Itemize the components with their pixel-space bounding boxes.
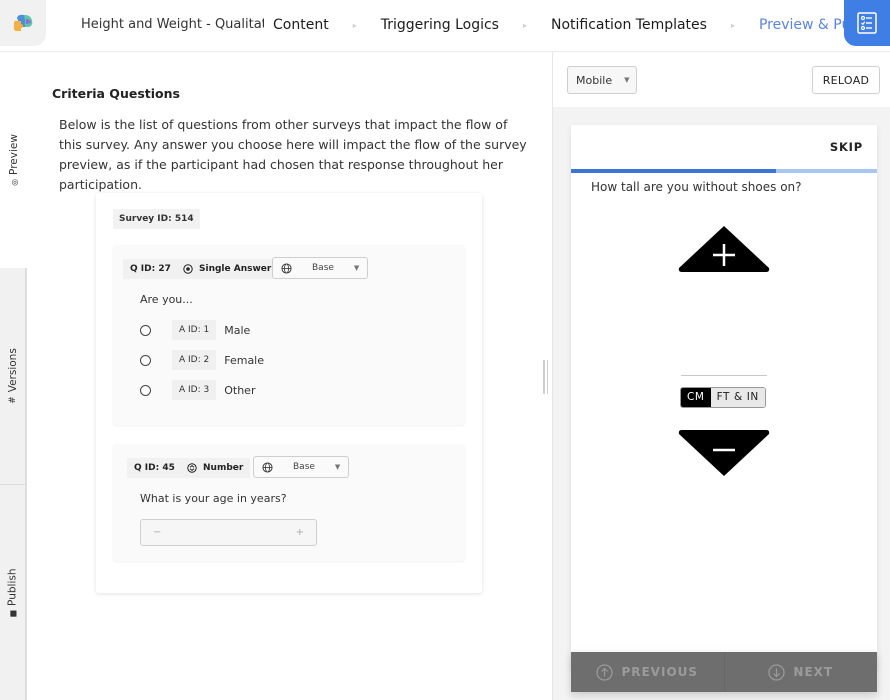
qid-label: Q ID: 45: [134, 463, 175, 473]
reload-button[interactable]: RELOAD: [812, 66, 880, 94]
preview-panel: Mobile ▼ RELOAD SKIP How tall are you wi…: [552, 52, 890, 700]
aid-badge: A ID: 3: [172, 380, 217, 400]
criteria-title: Criteria Questions: [52, 86, 180, 101]
qid-badge: Q ID: 45: [127, 458, 182, 478]
brain-puzzle-icon: [13, 14, 33, 31]
caret-down-icon: ▼: [624, 76, 630, 84]
hash-icon: #: [7, 396, 18, 404]
step-nav: Content ▸ Triggering Logics ▸ Notificati…: [264, 0, 884, 50]
radio-button[interactable]: [140, 384, 151, 396]
minus-icon[interactable]: −: [153, 527, 161, 538]
caret-down-icon: ▼: [353, 264, 360, 272]
question-text: What is your age in years?: [140, 492, 287, 505]
number-stepper-icon: [187, 463, 197, 473]
language-select[interactable]: Base ▼: [272, 257, 369, 279]
unit-cm[interactable]: CM: [681, 388, 711, 407]
question-type-badge: Single Answer: [176, 259, 279, 279]
eye-icon: ◎: [9, 178, 19, 186]
globe-icon: [262, 461, 273, 473]
panel-resize-handle[interactable]: [543, 360, 548, 394]
side-tab-preview[interactable]: ◎ Preview: [0, 52, 27, 268]
question-type-badge: Number: [180, 458, 251, 478]
device-value: Mobile: [576, 73, 613, 87]
side-tab-label: Versions: [6, 348, 19, 393]
caret-down-icon: ▼: [334, 463, 341, 471]
previous-button[interactable]: PREVIOUS: [571, 652, 725, 692]
question-type-label: Single Answer: [199, 264, 272, 274]
radio-target-icon: [183, 264, 193, 274]
aid-badge: A ID: 2: [172, 350, 217, 370]
step-triggering-logics[interactable]: Triggering Logics: [381, 17, 499, 33]
qid-badge: Q ID: 27: [123, 259, 178, 279]
progress-fill: [571, 169, 777, 173]
step-content[interactable]: Content: [273, 17, 329, 33]
question-type-label: Number: [203, 463, 244, 473]
language-value: Base: [312, 263, 334, 273]
question-text: Are you...: [140, 293, 193, 306]
arrow-down-circle-icon: [768, 663, 786, 681]
qid-label: Q ID: 27: [130, 264, 171, 274]
answer-option[interactable]: A ID: 1 Male: [140, 320, 250, 340]
preview-toolbar: Mobile ▼ RELOAD: [553, 52, 890, 107]
skip-button[interactable]: SKIP: [830, 140, 863, 154]
previous-label: PREVIOUS: [621, 665, 699, 679]
criteria-panel: Criteria Questions Below is the list of …: [27, 52, 552, 700]
radio-button[interactable]: [140, 354, 151, 366]
step-notification-templates[interactable]: Notification Templates: [551, 17, 707, 33]
side-tab-versions[interactable]: # Versions: [0, 268, 27, 485]
unit-toggle: CM FT & IN: [680, 387, 766, 408]
answer-option[interactable]: A ID: 3 Other: [140, 380, 255, 400]
next-button[interactable]: NEXT: [725, 652, 878, 692]
chevron-right-icon: ▸: [522, 20, 527, 30]
plus-icon[interactable]: +: [296, 527, 304, 538]
checklist-button[interactable]: [844, 0, 890, 46]
progress-bar: [571, 169, 877, 173]
answer-option[interactable]: A ID: 2 Female: [140, 350, 264, 370]
app-logo[interactable]: [0, 0, 46, 46]
side-tab-publish[interactable]: ■ Publish: [0, 485, 27, 700]
aid-badge: A ID: 1: [172, 320, 217, 340]
unit-ft-in[interactable]: FT & IN: [710, 388, 765, 407]
preview-question: How tall are you without shoes on?: [591, 180, 802, 194]
globe-icon: [281, 262, 292, 274]
language-value: Base: [293, 462, 315, 472]
language-select[interactable]: Base ▼: [253, 456, 350, 478]
question-card: Q ID: 27 Single Answer Base ▼ Are you...…: [113, 245, 465, 425]
height-value-field[interactable]: [681, 375, 767, 376]
option-label: Other: [224, 383, 256, 397]
chevron-right-icon: ▸: [352, 20, 357, 30]
preview-nav-bar: PREVIOUS NEXT: [571, 652, 877, 692]
arrow-up-circle-icon: [596, 663, 614, 681]
decrement-button[interactable]: [677, 428, 771, 478]
survey-id-badge: Survey ID: 514: [113, 209, 200, 229]
age-number-input[interactable]: − +: [140, 519, 317, 546]
side-tab-label: Preview: [7, 134, 20, 175]
side-tab-label: Publish: [6, 568, 19, 606]
survey-title: Height and Weight - Qualitative: [81, 17, 287, 32]
survey-card: Survey ID: 514 Q ID: 27 Single Answer Ba…: [96, 193, 482, 593]
criteria-description: Below is the list of questions from othe…: [59, 117, 527, 192]
option-label: Female: [224, 353, 265, 367]
device-select[interactable]: Mobile ▼: [567, 66, 637, 94]
radio-button[interactable]: [140, 324, 151, 336]
chevron-right-icon: ▸: [730, 20, 735, 30]
question-card: Q ID: 45 Number Base ▼ What is your age …: [113, 444, 465, 561]
checklist-icon: [857, 12, 877, 34]
side-tabs: ◎ Preview # Versions ■ Publish: [0, 52, 27, 700]
next-label: NEXT: [793, 665, 834, 679]
option-label: Male: [224, 323, 251, 337]
publish-icon: ■: [8, 609, 17, 617]
mobile-preview-frame: SKIP How tall are you without shoes on? …: [571, 125, 877, 692]
increment-button[interactable]: [677, 224, 771, 274]
top-nav: Height and Weight - Qualitative Content …: [0, 0, 890, 52]
